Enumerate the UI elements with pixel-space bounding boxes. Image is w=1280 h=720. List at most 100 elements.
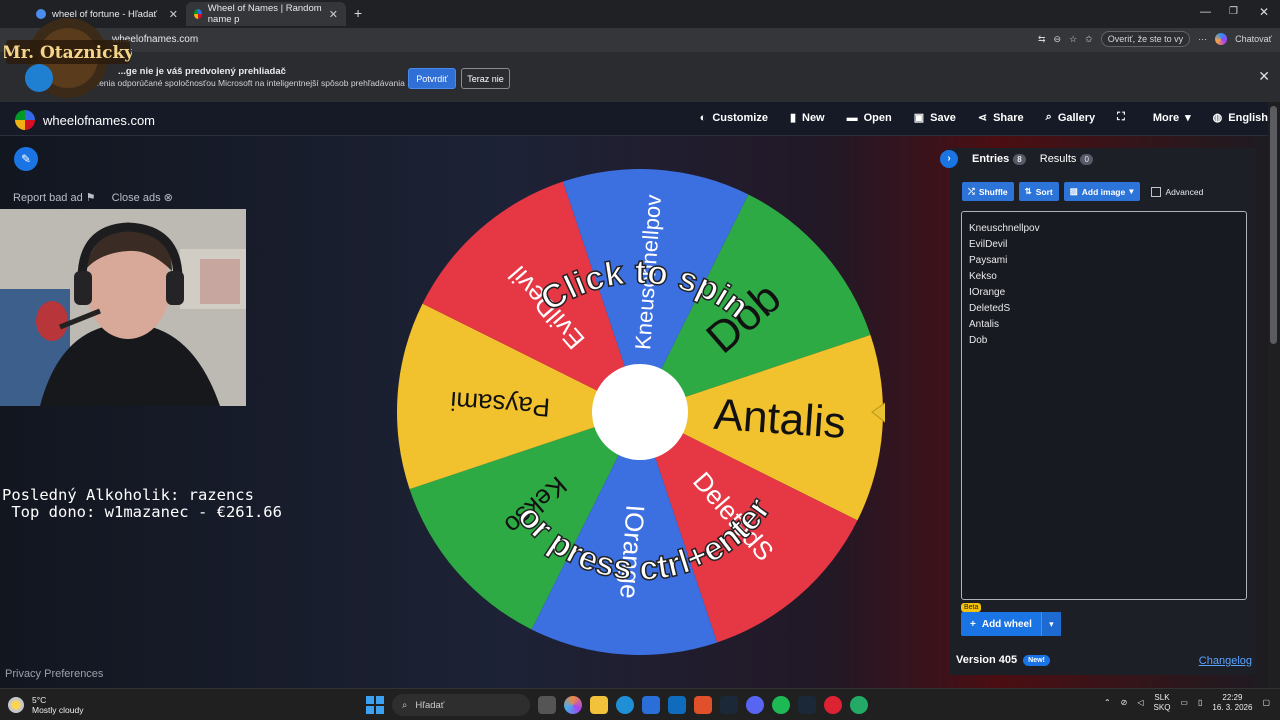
advanced-checkbox[interactable] bbox=[1150, 186, 1161, 197]
battery-icon[interactable]: ▯ bbox=[1198, 698, 1202, 708]
entries-panel: › Entries 8 Results 0 ⤮ Shuffle ⇅ Sort ▨ Add … bbox=[940, 148, 1256, 675]
edit-pencil-button[interactable]: ✎ bbox=[14, 147, 38, 171]
nav-menu: ◐ Customize ▮ New ▬ Open ▣ Save ⋖ Share ⌕ Gallery ⛶ M… bbox=[700, 111, 1268, 124]
brave-icon[interactable] bbox=[694, 696, 712, 714]
close-tab-icon[interactable]: ✕ bbox=[329, 8, 338, 21]
minimize-icon[interactable]: — bbox=[1200, 6, 1211, 18]
more-icon[interactable]: ⋯ bbox=[1198, 34, 1207, 45]
wheel-svg[interactable]: AntalisDeletedSIOrangeKeksoPaysamiEvilDe… bbox=[395, 167, 899, 657]
search-icon: ⌕ bbox=[402, 699, 408, 711]
nav-fullscreen[interactable]: ⛶ bbox=[1117, 111, 1131, 124]
favorite-star-icon[interactable]: ☆ bbox=[1069, 34, 1077, 45]
wheel-center[interactable] bbox=[592, 364, 688, 460]
close-window-icon[interactable]: ✕ bbox=[1259, 5, 1269, 19]
new-badge: New! bbox=[1023, 654, 1050, 666]
scrollbar-thumb[interactable] bbox=[1270, 106, 1277, 344]
steam-2-icon[interactable] bbox=[798, 696, 816, 714]
not-now-button[interactable]: Teraz nie bbox=[461, 68, 510, 89]
outlook-icon[interactable] bbox=[668, 696, 686, 714]
changelog-link[interactable]: Changelog bbox=[1199, 655, 1252, 667]
nav-english[interactable]: ◍ English bbox=[1213, 111, 1268, 125]
add-wheel-group: Beta + Add wheel ▾ bbox=[961, 603, 1061, 636]
flag-icon: ⚑ bbox=[85, 192, 96, 204]
default-browser-infobar: ...ge nie je váš predvolený prehliadač .… bbox=[0, 52, 1280, 102]
streamer-badge-logo: Mr. Otaznicky bbox=[4, 18, 132, 98]
nav-save[interactable]: ▣ Save bbox=[914, 111, 956, 125]
privacy-preferences-link[interactable]: Privacy Preferences bbox=[5, 668, 103, 680]
address-bar-actions: ⇆ ⊖ ☆ ✩ Overiť, že ste to vy ⋯ Chatovať bbox=[1038, 31, 1272, 47]
copilot-icon[interactable] bbox=[1215, 33, 1228, 45]
entry-line: DeletedS bbox=[969, 303, 1011, 314]
language-indicator[interactable]: SLK SKQ bbox=[1154, 693, 1171, 713]
results-count-badge: 0 bbox=[1080, 154, 1093, 165]
nav-label: More bbox=[1152, 111, 1180, 124]
entry-line: Antalis bbox=[969, 319, 1000, 330]
wheel-site: wheelofnames.com ◐ Customize ▮ New ▬ Open ▣ Sav… bbox=[0, 102, 1280, 688]
shuffle-button[interactable]: ⤮ Shuffle bbox=[962, 182, 1014, 201]
add-wheel-dropdown[interactable]: ▾ bbox=[1040, 612, 1061, 636]
close-icon[interactable]: ✕ bbox=[1258, 68, 1270, 85]
maximize-icon[interactable]: ❐ bbox=[1229, 6, 1238, 17]
edge-icon[interactable] bbox=[616, 696, 634, 714]
nav-new[interactable]: ▮ New bbox=[790, 111, 825, 125]
nav-share[interactable]: ⋖ Share bbox=[978, 111, 1024, 125]
network-icon[interactable]: ⊘ bbox=[1121, 698, 1128, 708]
name-wheel[interactable]: Antalis DeletedS IOrange Kekso Paysami EvilDe… bbox=[395, 167, 899, 657]
copilot-app-icon[interactable] bbox=[564, 696, 582, 714]
nav-customize[interactable]: ◐ Customize bbox=[700, 111, 768, 124]
entry-line: Kekso bbox=[969, 271, 997, 282]
close-tab-icon[interactable]: ✕ bbox=[169, 8, 178, 21]
confirm-button[interactable]: Potvrdiť bbox=[408, 68, 456, 89]
weather-widget[interactable]: 5°C Mostly cloudy bbox=[8, 695, 84, 715]
verify-identity-button[interactable]: Overiť, že ste to vy bbox=[1100, 31, 1191, 47]
nav-gallery[interactable]: ⌕ Gallery bbox=[1046, 111, 1095, 124]
tab-entries[interactable]: Entries 8 bbox=[972, 153, 1026, 165]
nav-more[interactable]: More ▾ bbox=[1152, 111, 1191, 125]
chat-button[interactable]: Chatovať bbox=[1235, 34, 1272, 44]
weather-text: Mostly cloudy bbox=[32, 705, 84, 715]
fullscreen-icon: ⛶ bbox=[1117, 111, 1125, 123]
browser-tab-wheel[interactable]: Wheel of Names | Random name p ✕ bbox=[186, 2, 346, 26]
wheel-favicon-icon bbox=[194, 9, 202, 19]
add-wheel-button[interactable]: + Add wheel bbox=[961, 612, 1041, 636]
sort-icon: ⇅ bbox=[1024, 186, 1032, 196]
collapse-panel-icon[interactable]: › bbox=[940, 150, 958, 168]
notifications-icon[interactable]: ▢ bbox=[1262, 698, 1270, 708]
xbox-icon[interactable] bbox=[850, 696, 868, 714]
spotify-icon[interactable] bbox=[772, 696, 790, 714]
volume-icon[interactable]: ◁ bbox=[1137, 698, 1143, 708]
add-image-button[interactable]: ▨ Add image ▾ bbox=[1063, 182, 1140, 201]
last-alcoholic-label: Posledný Alkoholik: razencs bbox=[2, 486, 254, 504]
tab-label: Wheel of Names | Random name p bbox=[207, 3, 322, 25]
sort-button[interactable]: ⇅ Sort bbox=[1018, 182, 1059, 201]
steam-icon[interactable] bbox=[720, 696, 738, 714]
top-donation-label: Top dono: w1mazanec - €261.66 bbox=[2, 503, 282, 521]
tray-chevron-icon[interactable]: ⌃ bbox=[1104, 698, 1111, 708]
tab-results[interactable]: Results 0 bbox=[1040, 153, 1093, 165]
page-scrollbar[interactable] bbox=[1268, 102, 1280, 688]
date: 16. 3. 2026 bbox=[1212, 703, 1253, 712]
browser-tab-bar: wheel of fortune - Hľadať ✕ Wheel of Nam… bbox=[0, 0, 1280, 28]
new-tab-icon[interactable]: + bbox=[354, 5, 362, 21]
file-explorer-icon[interactable] bbox=[590, 696, 608, 714]
task-view-icon[interactable] bbox=[538, 696, 556, 714]
nav-open[interactable]: ▬ Open bbox=[847, 111, 892, 124]
windows-start-icon[interactable] bbox=[366, 696, 384, 714]
store-icon[interactable] bbox=[642, 696, 660, 714]
nav-label: Share bbox=[993, 111, 1024, 124]
favorites-icon[interactable]: ✩ bbox=[1085, 34, 1093, 45]
site-brand[interactable]: wheelofnames.com bbox=[15, 110, 155, 130]
display-icon[interactable]: ▭ bbox=[1180, 698, 1188, 708]
webcam-person-image bbox=[0, 209, 246, 406]
clock[interactable]: 22:29 16. 3. 2026 bbox=[1212, 693, 1252, 713]
entry-line: Paysami bbox=[969, 255, 1008, 266]
entries-textarea[interactable]: Kneuschnellpov EvilDevil Paysami Kekso IOran… bbox=[961, 211, 1247, 600]
app-icon[interactable] bbox=[824, 696, 842, 714]
report-bad-ad-link[interactable]: Report bad ad ⚑ bbox=[13, 191, 96, 204]
close-ads-link[interactable]: Close ads ⊗ bbox=[112, 191, 173, 204]
discord-icon[interactable] bbox=[746, 696, 764, 714]
advanced-toggle[interactable]: Advanced bbox=[1150, 186, 1203, 197]
translate-icon[interactable]: ⇆ bbox=[1038, 34, 1046, 45]
reader-icon[interactable]: ⊖ bbox=[1054, 34, 1062, 45]
taskbar-search[interactable]: ⌕ Hľadať bbox=[392, 694, 530, 716]
